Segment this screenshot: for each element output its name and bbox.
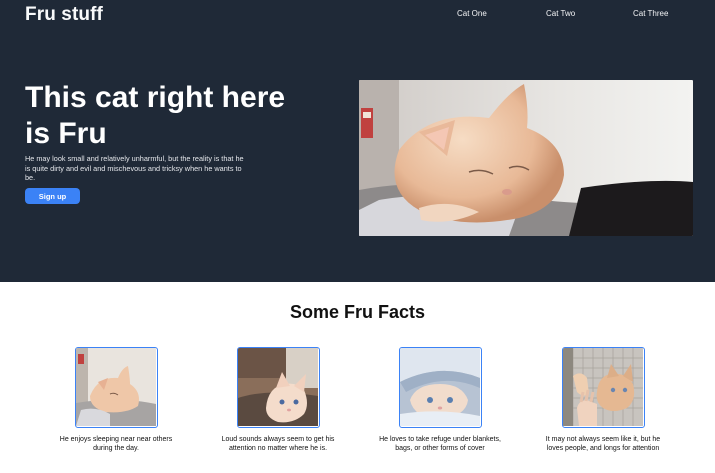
nav-link-cat-three[interactable]: Cat Three (633, 9, 668, 18)
nav-link-cat-two[interactable]: Cat Two (546, 9, 575, 18)
hero-headline: This cat right here is Fru (25, 81, 286, 150)
fact-caption: He enjoys sleeping near near others duri… (59, 436, 173, 452)
fact-card: He loves to take refuge under blankets, … (374, 347, 506, 453)
fact-caption: He loves to take refuge under blankets, … (379, 436, 501, 452)
hero-section: Fru stuff Cat One Cat Two Cat Three This… (0, 0, 715, 282)
nav-link-cat-one[interactable]: Cat One (457, 9, 487, 18)
cat-sleeping-photo-icon (75, 348, 156, 426)
hero-cat-photo (359, 80, 693, 236)
fact-image (236, 347, 320, 428)
hero-description: He may look small and relatively unharmf… (25, 154, 244, 183)
fact-card: Loud sounds always seem to get his atten… (212, 347, 344, 453)
fact-card: It may not always seem like it, but he l… (537, 347, 669, 453)
fact-card: He enjoys sleeping near near others duri… (50, 347, 182, 453)
cat-alert-photo-icon (237, 348, 318, 426)
facts-title: Some Fru Facts (289, 302, 426, 322)
cat-blanket-photo-icon (399, 348, 480, 426)
fact-image (561, 347, 645, 428)
fact-caption: Loud sounds always seem to get his atten… (221, 436, 335, 452)
main-nav: Cat One Cat Two Cat Three (0, 9, 715, 23)
sign-up-button[interactable]: Sign up (25, 188, 80, 204)
fact-caption: It may not always seem like it, but he l… (545, 436, 661, 452)
fact-image (398, 347, 482, 428)
cat-photo-icon (359, 80, 693, 236)
cat-hand-photo-icon (562, 348, 643, 426)
fact-image (74, 347, 158, 428)
